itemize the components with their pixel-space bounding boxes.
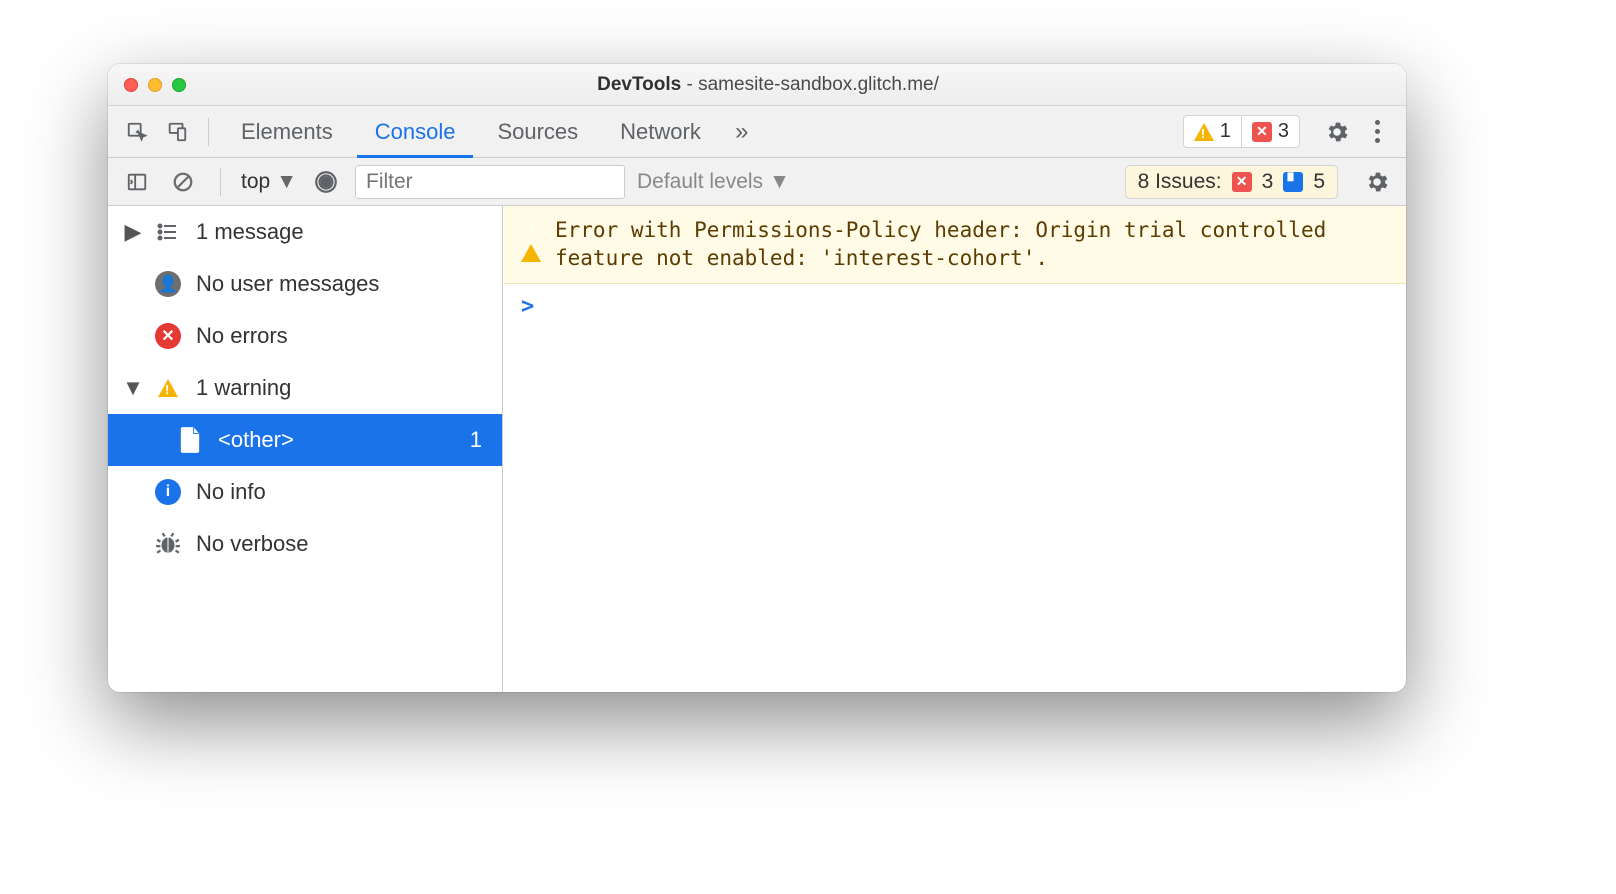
console-prompt[interactable]: > <box>503 284 1406 329</box>
content-area: ▶ 1 message 👤 No user messages ✕ No erro… <box>108 206 1406 692</box>
console-sidebar: ▶ 1 message 👤 No user messages ✕ No erro… <box>108 206 503 692</box>
minimize-window-button[interactable] <box>148 78 162 92</box>
kebab-menu-icon[interactable] <box>1360 115 1394 149</box>
list-icon <box>154 218 182 246</box>
sidebar-item-info[interactable]: i No info <box>108 466 502 518</box>
caret-down-icon: ▼ <box>126 375 140 401</box>
sidebar-item-other[interactable]: <other> 1 <box>108 414 502 466</box>
bug-icon <box>154 530 182 558</box>
other-count: 1 <box>470 427 492 453</box>
error-count-badge[interactable]: ✕ 3 <box>1241 116 1299 147</box>
error-count: 3 <box>1278 120 1289 143</box>
zoom-window-button[interactable] <box>172 78 186 92</box>
tab-console[interactable]: Console <box>357 106 474 158</box>
message-icon: ▘ <box>1283 172 1303 192</box>
error-icon: ✕ <box>1232 172 1252 192</box>
issues-error-count: 3 <box>1262 170 1274 194</box>
more-tabs-icon[interactable]: » <box>725 115 759 149</box>
errors-label: No errors <box>196 323 288 349</box>
warning-count-badge[interactable]: 1 <box>1184 116 1241 147</box>
tab-network[interactable]: Network <box>602 106 719 158</box>
issues-label: 8 Issues: <box>1138 170 1222 194</box>
context-selector[interactable]: top ▼ <box>241 170 297 194</box>
window-titlebar: DevTools - samesite-sandbox.glitch.me/ <box>108 64 1406 106</box>
user-icon: 👤 <box>154 270 182 298</box>
info-label: No info <box>196 479 266 505</box>
console-settings-gear-icon[interactable] <box>1360 165 1394 199</box>
warning-icon <box>1194 123 1214 141</box>
issues-message-count: 5 <box>1313 170 1325 194</box>
verbose-label: No verbose <box>196 531 309 557</box>
tab-elements[interactable]: Elements <box>223 106 351 158</box>
messages-label: 1 message <box>196 219 304 245</box>
info-icon: i <box>154 478 182 506</box>
live-expression-icon[interactable] <box>309 165 343 199</box>
traffic-lights <box>124 78 186 92</box>
tab-sources[interactable]: Sources <box>479 106 596 158</box>
sidebar-item-user[interactable]: 👤 No user messages <box>108 258 502 310</box>
other-label: <other> <box>218 427 294 453</box>
settings-gear-icon[interactable] <box>1320 115 1354 149</box>
toggle-sidebar-icon[interactable] <box>120 165 154 199</box>
sidebar-item-messages[interactable]: ▶ 1 message <box>108 206 502 258</box>
context-label: top <box>241 170 270 194</box>
window-title: DevTools - samesite-sandbox.glitch.me/ <box>206 74 1330 96</box>
header-issue-badges[interactable]: 1 ✕ 3 <box>1183 115 1300 148</box>
console-output: Error with Permissions-Policy header: Or… <box>503 206 1406 692</box>
inspect-element-icon[interactable] <box>120 115 154 149</box>
issues-summary[interactable]: 8 Issues: ✕ 3 ▘ 5 <box>1125 165 1338 199</box>
warnings-label: 1 warning <box>196 375 291 401</box>
warning-icon <box>521 218 541 246</box>
console-filterbar: top ▼ Default levels ▼ 8 Issues: ✕ 3 ▘ 5 <box>108 158 1406 206</box>
caret-right-icon: ▶ <box>126 219 140 245</box>
levels-label: Default levels <box>637 170 763 194</box>
title-url: samesite-sandbox.glitch.me/ <box>698 74 939 95</box>
chevron-down-icon: ▼ <box>769 170 790 194</box>
title-app: DevTools <box>597 74 681 95</box>
clear-console-icon[interactable] <box>166 165 200 199</box>
file-icon <box>176 426 204 454</box>
error-icon: ✕ <box>154 322 182 350</box>
error-icon: ✕ <box>1252 122 1272 142</box>
warning-icon <box>154 374 182 402</box>
devtools-window: DevTools - samesite-sandbox.glitch.me/ E… <box>108 64 1406 692</box>
user-label: No user messages <box>196 271 379 297</box>
sidebar-item-warnings[interactable]: ▼ 1 warning <box>108 362 502 414</box>
device-toggle-icon[interactable] <box>160 115 194 149</box>
warning-count: 1 <box>1220 120 1231 143</box>
console-warning-row[interactable]: Error with Permissions-Policy header: Or… <box>503 206 1406 284</box>
close-window-button[interactable] <box>124 78 138 92</box>
prompt-symbol: > <box>521 294 534 319</box>
warning-text: Error with Permissions-Policy header: Or… <box>555 216 1388 273</box>
main-tabbar: Elements Console Sources Network » 1 ✕ 3 <box>108 106 1406 158</box>
sidebar-item-verbose[interactable]: No verbose <box>108 518 502 570</box>
log-levels-selector[interactable]: Default levels ▼ <box>637 170 790 194</box>
filter-input[interactable] <box>355 165 625 199</box>
sidebar-item-errors[interactable]: ✕ No errors <box>108 310 502 362</box>
chevron-down-icon: ▼ <box>276 170 297 194</box>
